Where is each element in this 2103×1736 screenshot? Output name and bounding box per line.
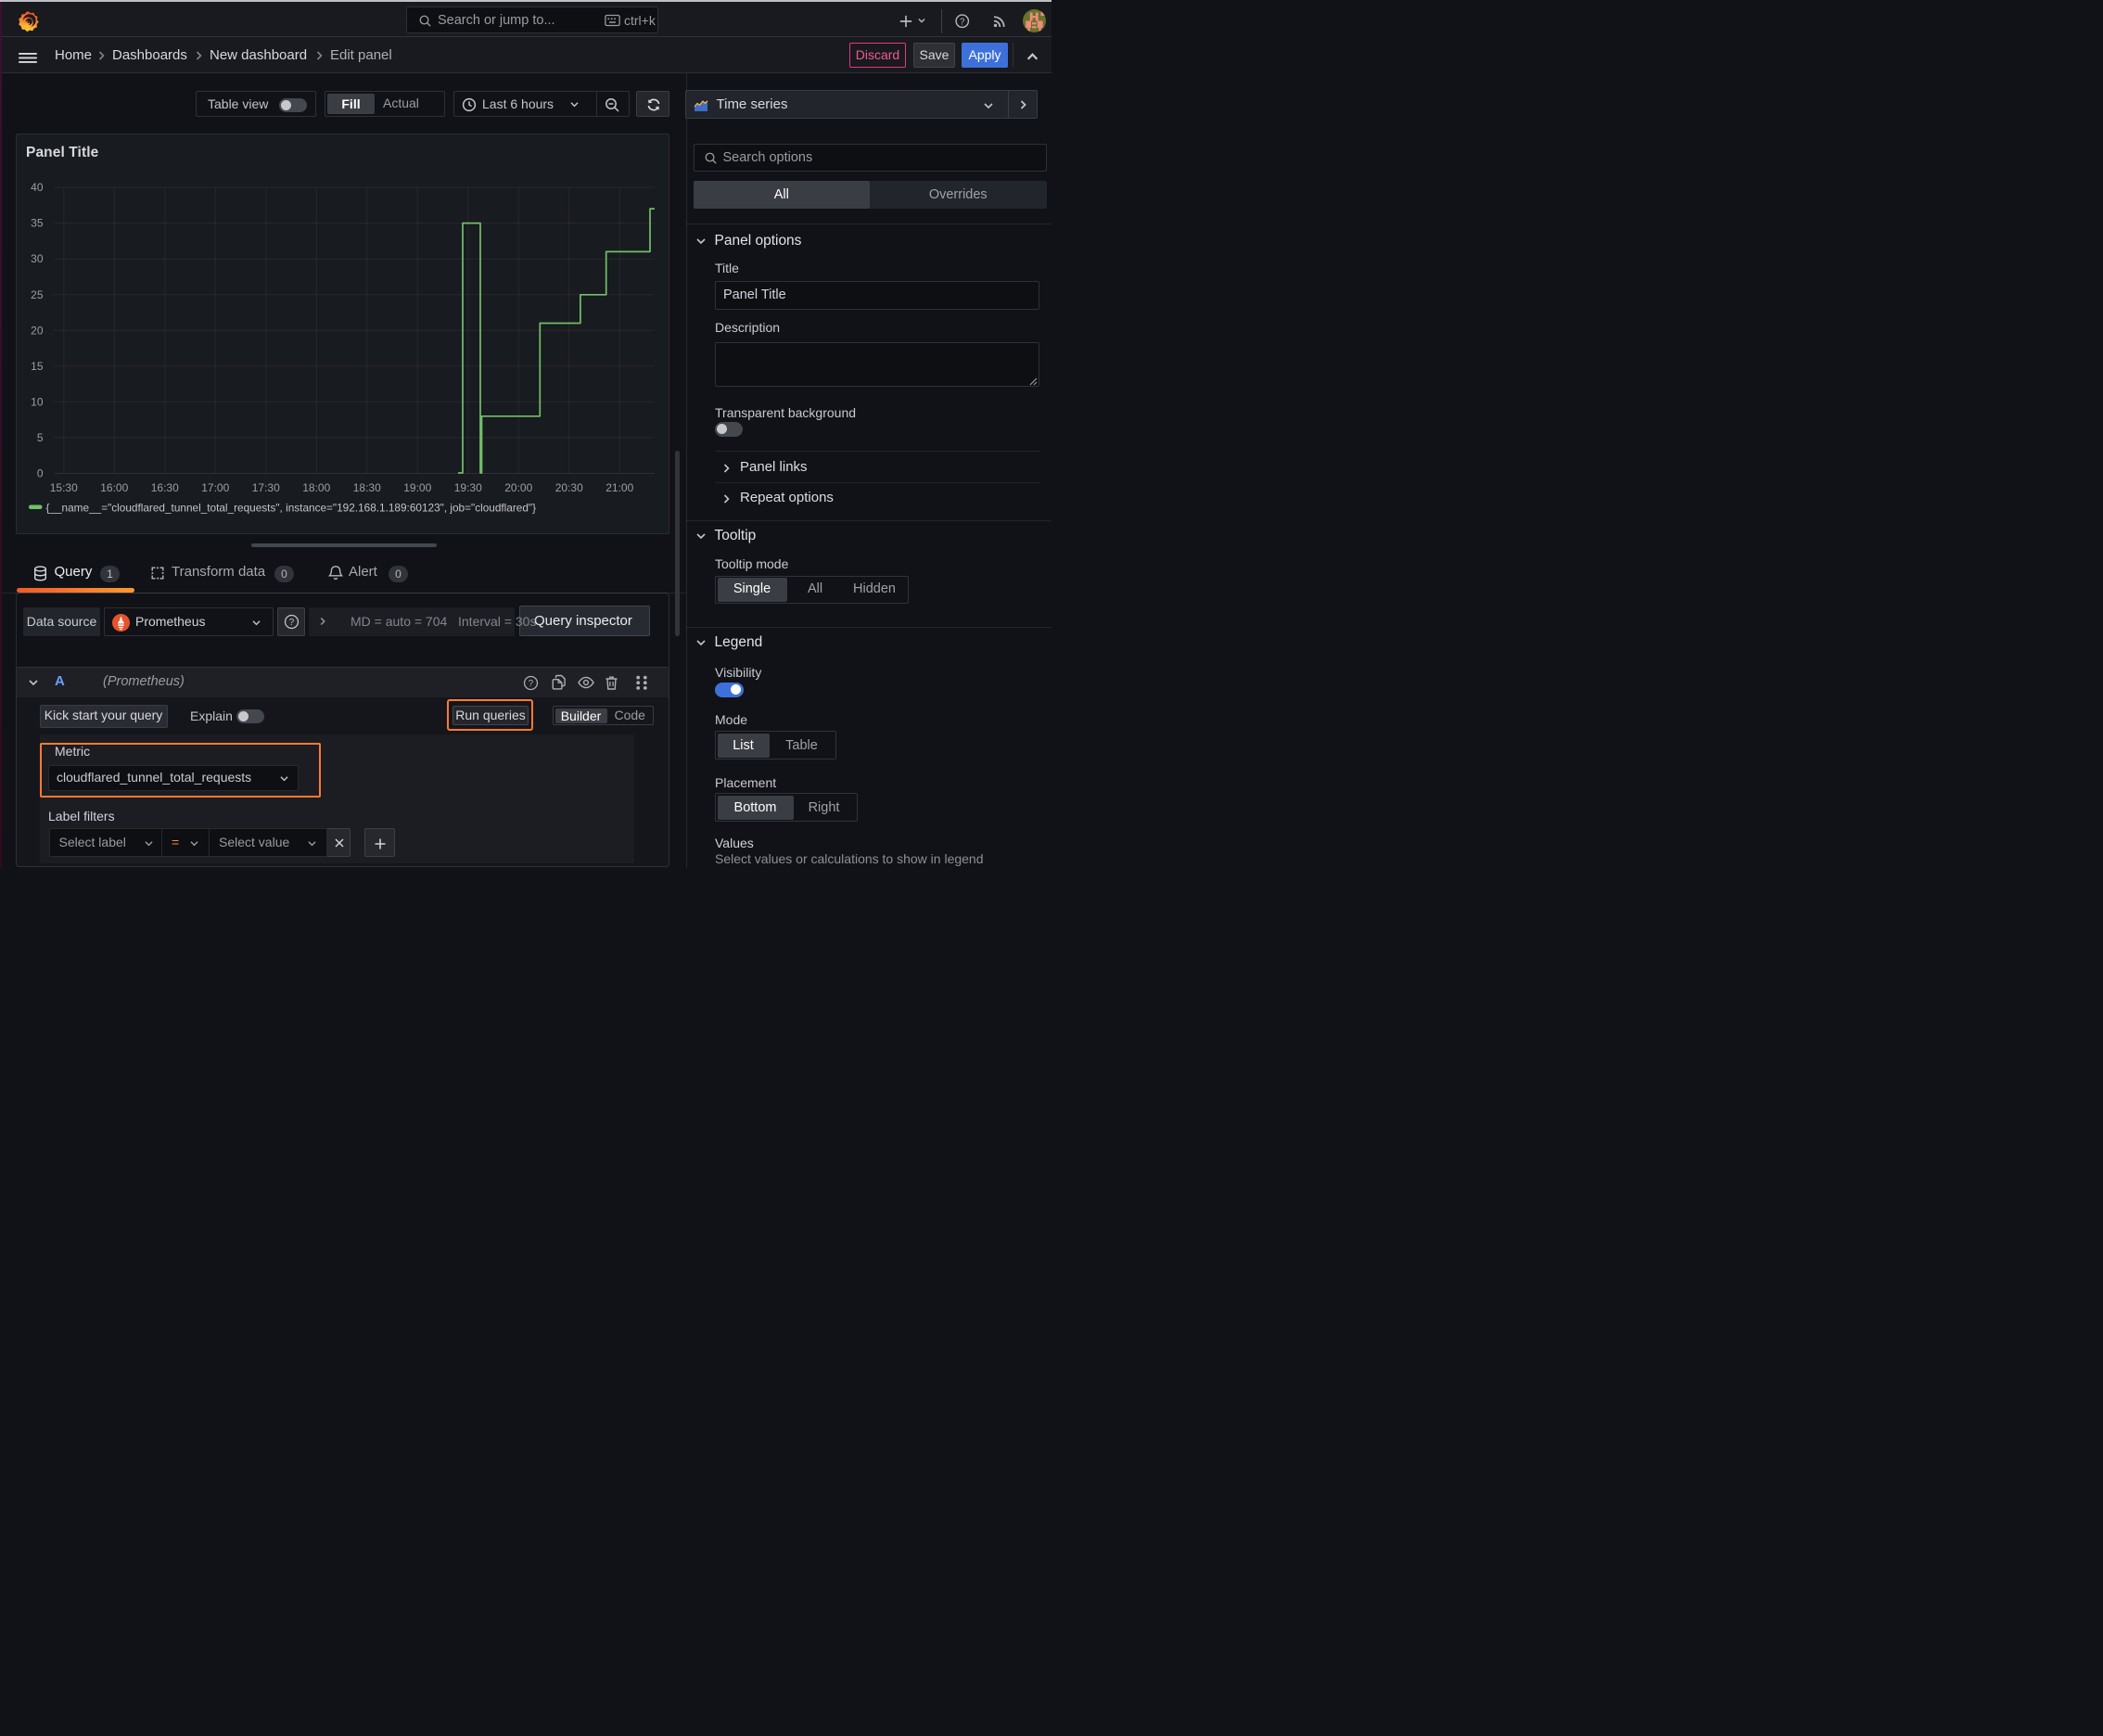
svg-text:20: 20 <box>31 324 44 337</box>
svg-text:{__name__="cloudflared_tunnel_: {__name__="cloudflared_tunnel_total_requ… <box>46 501 537 514</box>
svg-text:20:30: 20:30 <box>555 481 583 494</box>
svg-text:40: 40 <box>31 181 44 194</box>
svg-text:35: 35 <box>31 216 44 229</box>
svg-text:15: 15 <box>31 359 44 372</box>
svg-text:30: 30 <box>31 252 44 265</box>
svg-text:0: 0 <box>37 466 44 479</box>
svg-text:20:00: 20:00 <box>504 481 532 494</box>
svg-text:10: 10 <box>31 395 44 408</box>
svg-text:19:30: 19:30 <box>454 481 482 494</box>
svg-text:17:30: 17:30 <box>252 481 280 494</box>
svg-text:?: ? <box>289 618 295 628</box>
svg-text:?: ? <box>529 679 534 689</box>
svg-text:19:00: 19:00 <box>403 481 431 494</box>
svg-text:16:30: 16:30 <box>151 481 179 494</box>
svg-text:15:30: 15:30 <box>50 481 78 494</box>
svg-text:16:00: 16:00 <box>100 481 128 494</box>
svg-text:25: 25 <box>31 287 44 300</box>
svg-text:18:00: 18:00 <box>302 481 330 494</box>
svg-text:5: 5 <box>37 431 44 444</box>
svg-text:21:00: 21:00 <box>605 481 633 494</box>
svg-text:17:00: 17:00 <box>201 481 229 494</box>
svg-text:?: ? <box>960 17 965 27</box>
svg-text:18:30: 18:30 <box>353 481 381 494</box>
